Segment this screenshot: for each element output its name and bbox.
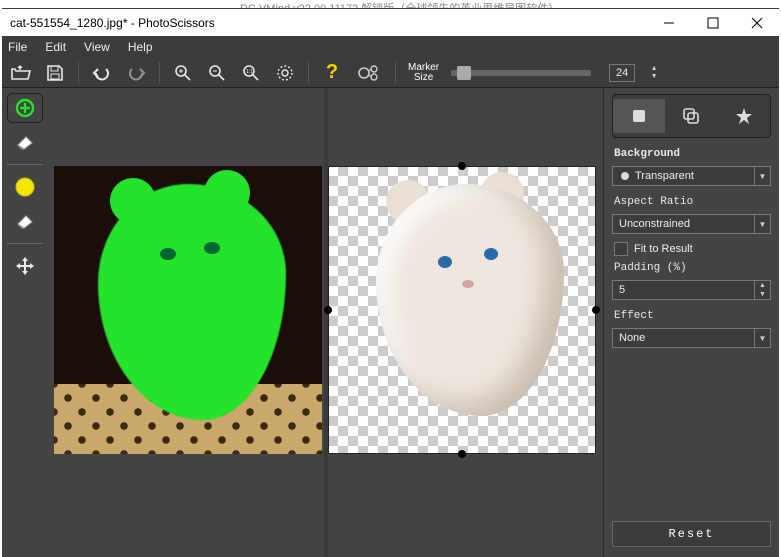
padding-label: Padding (%) xyxy=(604,258,779,278)
divider xyxy=(159,62,160,84)
marker-size-slider[interactable] xyxy=(451,70,591,76)
menubar: File Edit View Help xyxy=(2,36,779,58)
help-button[interactable]: ? xyxy=(321,62,343,84)
result-canvas[interactable] xyxy=(328,166,596,454)
aspect-ratio-label: Aspect Ratio xyxy=(604,192,779,212)
aspect-ratio-select[interactable]: Unconstrained ▼ xyxy=(612,214,771,234)
auto-button[interactable] xyxy=(355,62,383,84)
marker-size-value[interactable]: 24 xyxy=(609,64,635,82)
maximize-button[interactable] xyxy=(691,9,735,37)
aspect-ratio-value: Unconstrained xyxy=(619,218,690,230)
background-section-label: Background xyxy=(604,144,779,164)
padding-stepper[interactable]: ▲▼ xyxy=(754,281,770,299)
open-button[interactable] xyxy=(10,62,32,84)
zoom-in-button[interactable] xyxy=(172,62,194,84)
svg-text:1:1: 1:1 xyxy=(246,69,253,75)
left-toolbar xyxy=(2,88,48,557)
effect-value: None xyxy=(619,332,645,344)
source-canvas[interactable] xyxy=(54,166,322,454)
zoom-1to1-button[interactable]: 1:1 xyxy=(240,62,262,84)
close-button[interactable] xyxy=(735,9,779,37)
divider xyxy=(78,62,79,84)
titlebar: cat-551554_1280.jpg* - PhotoScissors xyxy=(2,8,779,36)
source-image xyxy=(54,166,322,454)
result-image xyxy=(346,184,578,436)
fit-to-result-label: Fit to Result xyxy=(634,243,693,255)
marker-size-label: MarkerSize xyxy=(408,63,439,83)
crop-handle-bottom[interactable] xyxy=(458,450,466,458)
divider xyxy=(308,62,309,84)
toolbar: 1:1 ? MarkerSize 24 ▲▼ xyxy=(2,58,779,88)
chevron-down-icon: ▼ xyxy=(754,167,770,185)
window-title: cat-551554_1280.jpg* - PhotoScissors xyxy=(2,16,647,30)
redo-button[interactable] xyxy=(125,62,147,84)
zoom-fit-button[interactable] xyxy=(274,62,296,84)
right-tabs xyxy=(612,94,771,138)
checkbox-box xyxy=(614,242,628,256)
properties-panel: Background Transparent ▼ Aspect Ratio Un… xyxy=(603,88,779,557)
foreground-marker-tool[interactable] xyxy=(8,94,42,122)
padding-value: 5 xyxy=(619,284,625,296)
menu-view[interactable]: View xyxy=(84,40,110,54)
tab-favorites[interactable] xyxy=(718,99,770,133)
separator xyxy=(7,243,43,244)
move-tool[interactable] xyxy=(8,252,42,280)
background-select[interactable]: Transparent ▼ xyxy=(612,166,771,186)
menu-help[interactable]: Help xyxy=(128,40,153,54)
tab-foreground[interactable] xyxy=(665,99,717,133)
background-window-title: DC VMind v22.00.11172 解锁版（全球领先的英业思维导图软件） xyxy=(0,0,781,8)
separator xyxy=(7,164,43,165)
undo-button[interactable] xyxy=(91,62,113,84)
save-button[interactable] xyxy=(44,62,66,84)
crop-handle-top[interactable] xyxy=(458,162,466,170)
background-eraser-tool[interactable] xyxy=(8,207,42,235)
slider-knob[interactable] xyxy=(457,66,471,80)
foreground-eraser-tool[interactable] xyxy=(8,128,42,156)
background-select-value: Transparent xyxy=(635,170,694,182)
menu-edit[interactable]: Edit xyxy=(45,40,66,54)
background-marker-tool[interactable] xyxy=(8,173,42,201)
divider xyxy=(395,62,396,84)
minimize-button[interactable] xyxy=(647,9,691,37)
effect-select[interactable]: None ▼ xyxy=(612,328,771,348)
crop-handle-right[interactable] xyxy=(592,306,600,314)
effect-label: Effect xyxy=(604,306,779,326)
menu-file[interactable]: File xyxy=(8,40,27,54)
reset-button[interactable]: Reset xyxy=(612,521,771,547)
workspace xyxy=(48,88,603,557)
zoom-out-button[interactable] xyxy=(206,62,228,84)
padding-input[interactable]: 5 ▲▼ xyxy=(612,280,771,300)
marker-size-stepper[interactable]: ▲▼ xyxy=(649,65,659,81)
chevron-down-icon: ▼ xyxy=(754,215,770,233)
tab-background[interactable] xyxy=(613,99,665,133)
crop-handle-left[interactable] xyxy=(324,306,332,314)
fit-to-result-checkbox[interactable]: Fit to Result xyxy=(614,242,769,256)
chevron-down-icon: ▼ xyxy=(754,329,770,347)
